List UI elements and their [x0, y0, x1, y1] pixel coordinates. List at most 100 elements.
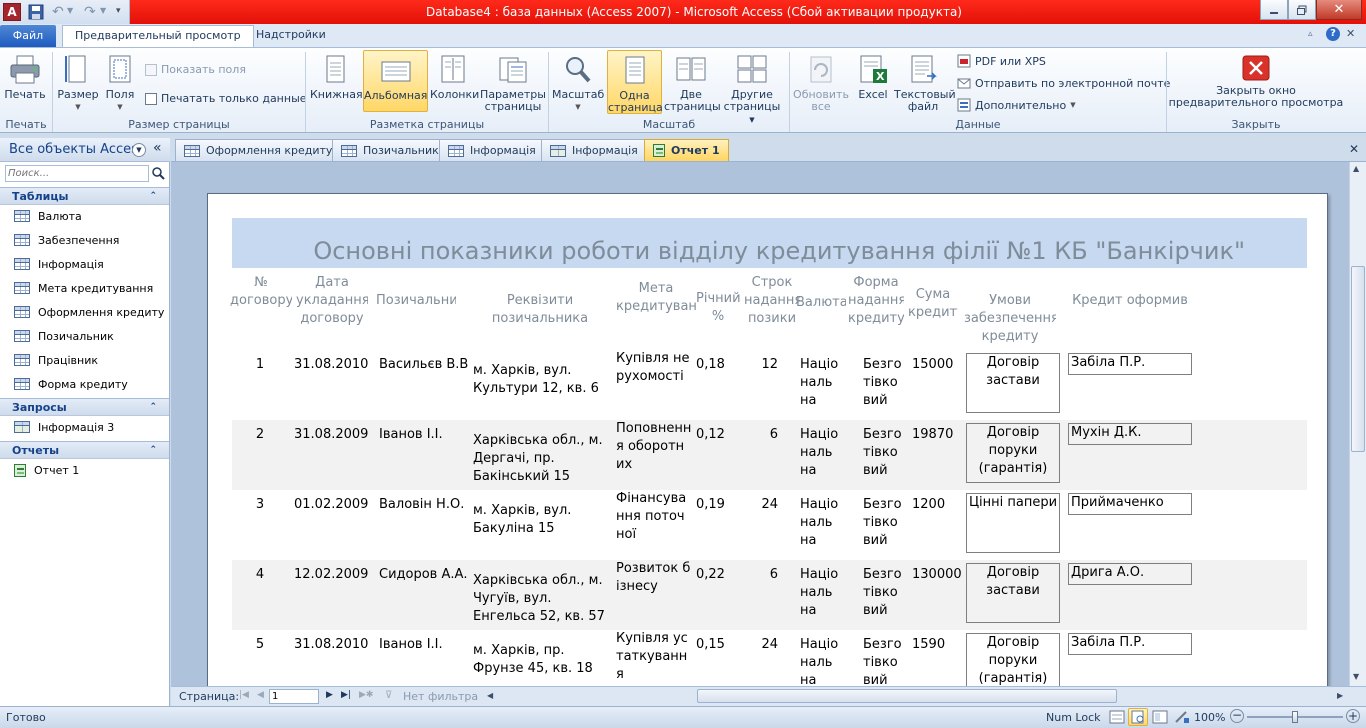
cell-loan-term: 12	[761, 357, 778, 372]
collapse-pane-icon[interactable]: «	[153, 140, 162, 156]
no-filter-indicator[interactable]: Нет фильтра	[403, 690, 478, 703]
zoom-button[interactable]: Масштаб ▼	[552, 54, 604, 113]
scroll-left-icon[interactable]: ◀	[487, 691, 493, 700]
chevron-down-icon[interactable]: ▼	[132, 143, 146, 157]
nav-item-employee[interactable]: Працівник	[14, 350, 98, 370]
customize-qat-icon[interactable]: ▾	[116, 6, 121, 16]
export-text-button[interactable]: Текстовый файл	[894, 54, 956, 113]
cell-loan-term: 24	[761, 497, 778, 512]
nav-item-credit-purpose[interactable]: Мета кредитування	[14, 278, 153, 298]
new-record-icon[interactable]: ▶✱	[359, 690, 373, 700]
cell-officer: Приймаченко К.Г.	[1068, 493, 1192, 515]
doc-tab-borrower[interactable]: Позичальник	[332, 139, 448, 161]
scroll-down-icon[interactable]: ▼	[1353, 672, 1359, 681]
nav-item-information[interactable]: Інформація	[14, 254, 104, 274]
horizontal-scroll-thumb[interactable]	[697, 689, 1117, 703]
two-pages-button[interactable]: Две страницы	[664, 54, 721, 113]
close-document-icon[interactable]: ✕	[1349, 142, 1359, 156]
columns-button[interactable]: Колонки	[430, 54, 479, 101]
nav-section-queries[interactable]: Запросы ⌃	[0, 398, 169, 416]
nav-item-borrower[interactable]: Позичальник	[14, 326, 114, 346]
nav-section-tables[interactable]: Таблицы ⌃	[0, 187, 169, 205]
pdf-xps-button[interactable]: PDF или XPS	[957, 54, 1046, 68]
email-button[interactable]: Отправить по электронной почте	[957, 76, 1170, 90]
ribbon: Печать Печать Размер ▼ Поля ▼ Показать п…	[0, 47, 1366, 133]
layout-view-icon[interactable]	[1152, 710, 1168, 724]
doc-tab-credit-registration[interactable]: Оформлення кредиту	[175, 139, 342, 161]
table-icon	[14, 210, 30, 222]
zoom-in-icon[interactable]: +	[1346, 709, 1360, 723]
access-app-icon[interactable]: A	[3, 3, 21, 21]
doc-tab-information-query[interactable]: Інформація	[541, 139, 647, 161]
nav-item-report-1[interactable]: Отчет 1	[14, 460, 79, 480]
minimize-ribbon-icon[interactable]: ▵	[1308, 29, 1313, 39]
more-export-label: Дополнительно	[975, 98, 1067, 112]
page-setup-button[interactable]: Параметры страницы	[480, 54, 546, 113]
size-button[interactable]: Размер ▼	[56, 54, 100, 113]
first-page-icon[interactable]: |◀	[239, 690, 249, 700]
show-margins-checkbox[interactable]: Показать поля	[145, 63, 246, 76]
nav-section-reports[interactable]: Отчеты ⌃	[0, 441, 169, 459]
nav-item-credit-form[interactable]: Форма кредиту	[14, 374, 128, 394]
tab-print-preview[interactable]: Предварительный просмотр	[62, 25, 254, 47]
search-icon[interactable]	[151, 166, 165, 180]
doc-tab-information[interactable]: Інформація	[439, 139, 545, 161]
cell-contract-no: 5	[255, 637, 265, 652]
col-header-security-terms: Умови забезпечення кредиту	[964, 293, 1056, 344]
more-export-button[interactable]: Дополнительно ▼	[957, 98, 1076, 112]
close-ribbon-icon[interactable]: ✕	[1346, 27, 1355, 40]
page-number-input[interactable]	[269, 689, 319, 704]
tab-addins[interactable]: Надстройки	[244, 25, 338, 47]
zoom-slider-thumb[interactable]	[1292, 711, 1298, 723]
print-data-only-checkbox[interactable]: Печатать только данные	[145, 92, 307, 105]
nav-item-credit-registration[interactable]: Оформлення кредиту	[14, 302, 164, 322]
nav-item-currency[interactable]: Валюта	[14, 206, 82, 226]
nav-item-label: Позичальник	[38, 329, 114, 343]
print-button[interactable]: Печать	[4, 54, 46, 101]
restore-button[interactable]	[1288, 0, 1316, 20]
paper-size-icon	[62, 54, 94, 86]
scroll-thumb[interactable]	[1351, 266, 1365, 452]
more-pages-button[interactable]: Другие страницы ▼	[720, 54, 784, 126]
close-window-button[interactable]: ✕	[1316, 0, 1362, 20]
filter-icon: ⊽	[385, 690, 393, 701]
print-preview-view-icon[interactable]	[1128, 708, 1148, 726]
next-page-icon[interactable]: ▶	[326, 690, 333, 700]
margins-button[interactable]: Поля ▼	[101, 54, 139, 113]
help-icon[interactable]: ?	[1326, 27, 1340, 41]
zoom-out-icon[interactable]: −	[1230, 709, 1244, 723]
tab-file[interactable]: Файл	[0, 25, 56, 47]
portrait-page-icon	[319, 54, 351, 86]
landscape-button[interactable]: Альбомная	[363, 50, 428, 112]
chevron-down-icon[interactable]: ▼	[67, 6, 73, 15]
doc-tab-report-1[interactable]: Отчет 1	[644, 139, 729, 161]
export-excel-button[interactable]: X Excel	[853, 54, 893, 101]
vertical-scrollbar[interactable]: ▲ ▼	[1349, 162, 1366, 686]
collapse-section-icon[interactable]: ⌃	[149, 188, 157, 205]
cell-contract-no: 4	[255, 567, 265, 582]
portrait-button[interactable]: Книжная	[310, 54, 363, 101]
previous-page-icon[interactable]: ◀	[257, 690, 264, 700]
last-page-icon[interactable]: ▶|	[341, 690, 351, 700]
design-view-icon[interactable]	[1174, 710, 1190, 724]
refresh-all-button[interactable]: Обновить все	[792, 54, 850, 113]
chevron-down-icon[interactable]: ▼	[100, 6, 106, 15]
nav-item-query-information-3[interactable]: Інформація 3	[14, 417, 114, 437]
cell-credit-sum: 15000	[912, 357, 954, 372]
columns-icon	[437, 54, 469, 86]
scroll-right-icon[interactable]: ▶	[1337, 691, 1343, 700]
report-view-icon[interactable]	[1109, 710, 1125, 724]
portrait-label: Книжная	[310, 88, 363, 101]
collapse-section-icon[interactable]: ⌃	[149, 399, 157, 416]
minimize-button[interactable]	[1260, 0, 1288, 20]
scroll-up-icon[interactable]: ▲	[1353, 164, 1359, 173]
collapse-section-icon[interactable]: ⌃	[149, 442, 157, 459]
close-preview-button[interactable]: Закрыть окно предварительного просмотра	[1168, 54, 1344, 109]
nav-item-security[interactable]: Забезпечення	[14, 230, 119, 250]
one-page-button[interactable]: Одна страница	[607, 50, 663, 114]
redo-icon[interactable]: ↷	[84, 4, 96, 20]
save-icon[interactable]	[28, 4, 44, 20]
nav-search-input[interactable]	[5, 165, 149, 182]
undo-icon[interactable]: ↶	[52, 4, 64, 20]
nav-title[interactable]: Все объекты Access	[9, 142, 145, 157]
